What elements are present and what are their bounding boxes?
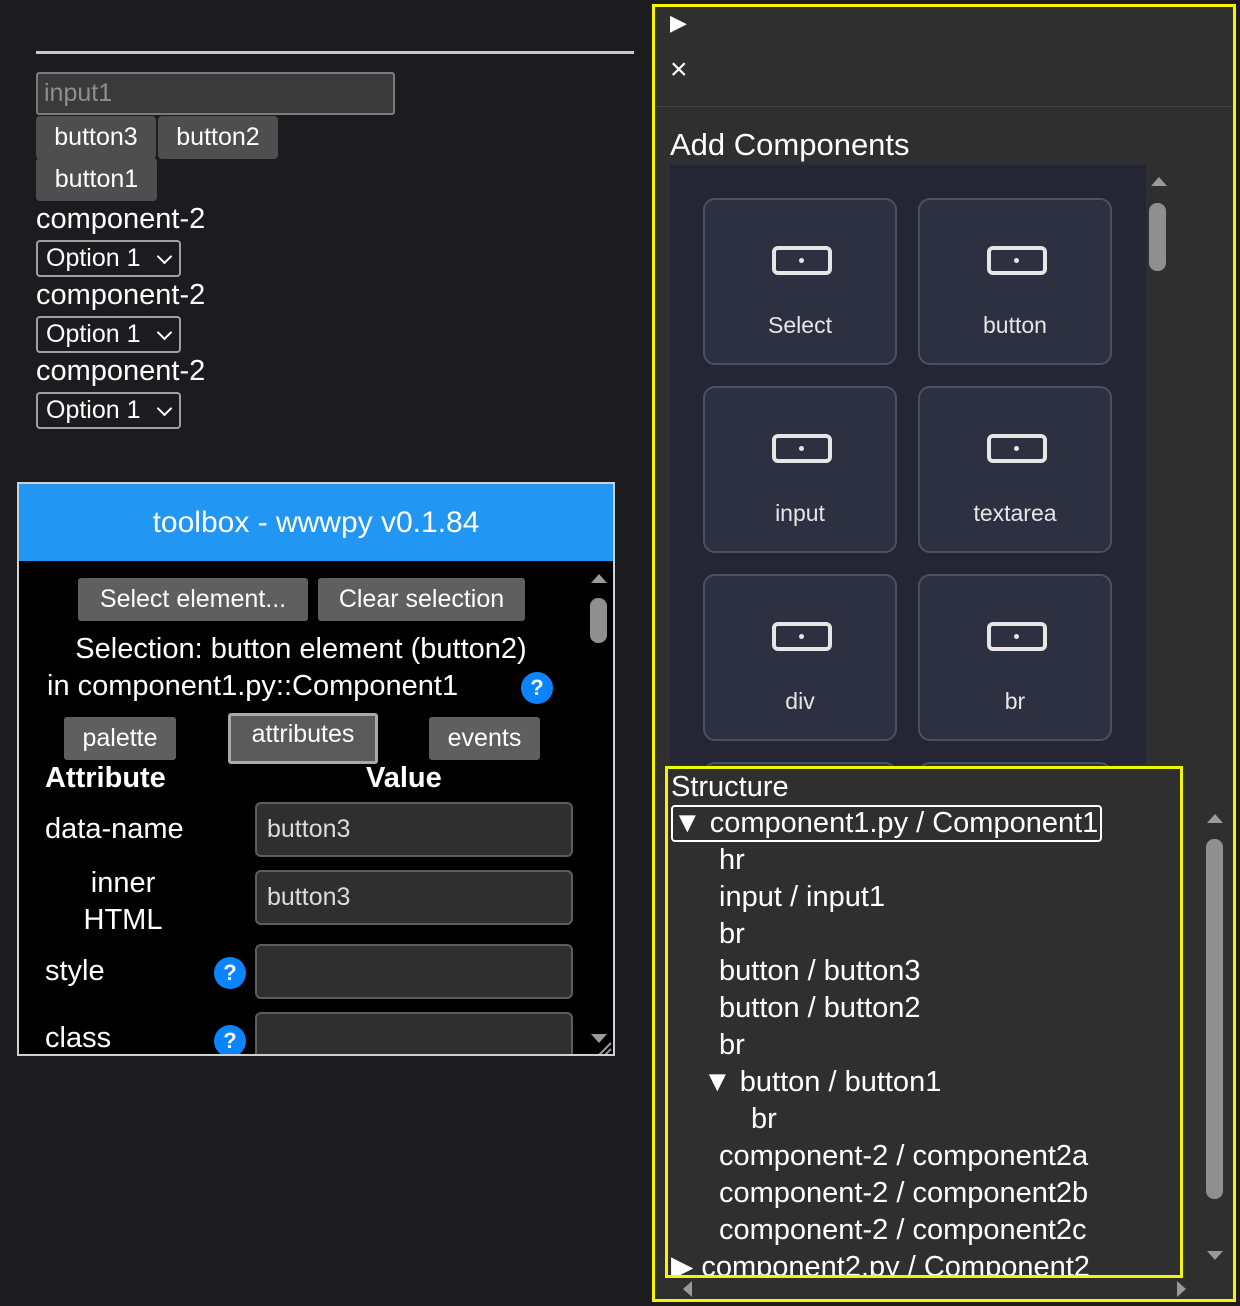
component2a-select[interactable]: Option 1 [36,240,181,277]
tree-node[interactable]: component-2 / component2b [719,1175,1088,1212]
scroll-up-arrow[interactable] [591,574,607,583]
class-input[interactable] [255,1012,573,1054]
tree-node-button1[interactable]: ▼ button / button1 [703,1064,941,1101]
expanded-arrow-icon: ▼ [703,1066,732,1098]
component2a-label: component-2 [36,203,206,235]
components-palette: Select button input textarea div br [670,165,1146,929]
component2c-select[interactable]: Option 1 [36,392,181,429]
attr-name-style: style [45,955,105,987]
input1-field[interactable]: input1 [36,72,395,115]
style-help-icon[interactable]: ? [214,957,246,989]
inner-html-input[interactable]: button3 [255,870,573,925]
tree-node-label: component1.py / Component1 [709,807,1099,839]
resize-handle-icon[interactable] [596,1040,612,1056]
tree-node[interactable]: hr [719,842,745,879]
chevron-down-icon [156,248,173,265]
tree-node[interactable]: br [719,1027,745,1064]
data-name-input[interactable]: button3 [255,802,573,857]
component-icon [987,622,1047,651]
attr-name-class: class [45,1022,112,1054]
component-card-label: textarea [973,500,1057,526]
attr-name-inner-html-1: inner [90,867,156,899]
chevron-down-icon [156,400,173,417]
tree-node[interactable]: br [751,1101,777,1138]
tree-node[interactable]: button / button3 [719,953,921,990]
component-icon [987,246,1047,275]
select-value: Option 1 [46,396,141,424]
palette-scroll-up-arrow[interactable] [1151,177,1167,186]
tree-node[interactable]: component-2 / component2a [719,1138,1088,1175]
help-icon[interactable]: ? [521,672,553,704]
add-components-title: Add Components [670,127,910,162]
play-icon[interactable]: ▶ [670,10,687,36]
class-help-icon[interactable]: ? [214,1025,246,1054]
component-card-label: br [1004,688,1026,714]
component-card-div[interactable]: div [703,574,897,741]
component-card-input[interactable]: input [703,386,897,553]
expanded-arrow-icon: ▼ [673,807,702,839]
style-input[interactable] [255,944,573,999]
select-element-button[interactable]: Select element... [78,578,308,621]
button1[interactable]: button1 [36,158,157,201]
component-card-label: Select [768,312,832,338]
tab-palette[interactable]: palette [64,717,176,760]
horizontal-rule [36,51,634,54]
structure-tree: Structure ▼ component1.py / Component1 h… [665,766,1183,1278]
scroll-right-arrow[interactable] [1177,1281,1187,1297]
selection-line1: Selection: button element (button2) [75,633,527,665]
tree-node-label: button / button1 [739,1066,942,1098]
component-card-label: input [775,500,825,526]
header-divider [655,106,1233,107]
structure-scroll-up-arrow[interactable] [1207,814,1223,823]
palette-scrollbar-thumb[interactable] [1149,203,1166,271]
designer-panel: ▶ × Add Components Select button input t… [652,4,1236,1302]
tree-node-label: component2.py / Component2 [701,1251,1090,1278]
scrollbar-thumb[interactable] [590,598,607,643]
tree-node-component1[interactable]: ▼ component1.py / Component1 [671,805,1103,842]
component-card-textarea[interactable]: textarea [918,386,1112,553]
attr-name-inner-html-2: HTML [83,904,163,936]
component-card-label: div [785,688,815,714]
attribute-column-header: Attribute [45,762,166,794]
tab-events[interactable]: events [429,717,540,760]
component-icon [772,434,832,463]
component-card-br[interactable]: br [918,574,1112,741]
value-column-header: Value [366,762,442,794]
tree-node[interactable]: br [719,916,745,953]
button3[interactable]: button3 [36,116,156,159]
selection-line2: in component1.py::Component1 [47,670,459,702]
component2b-select[interactable]: Option 1 [36,316,181,353]
close-icon[interactable]: × [670,53,688,87]
component-card-button[interactable]: button [918,198,1112,365]
tree-node[interactable]: button / button2 [719,990,921,1027]
tree-node[interactable]: input / input1 [719,879,885,916]
tab-attributes[interactable]: attributes [228,713,378,764]
toolbox-title[interactable]: toolbox - wwwpy v0.1.84 [19,484,613,561]
component2b-label: component-2 [36,279,206,311]
select-value: Option 1 [46,244,141,272]
select-value: Option 1 [46,320,141,348]
scroll-left-arrow[interactable] [683,1281,693,1297]
component-card-select[interactable]: Select [703,198,897,365]
component-icon [987,434,1047,463]
chevron-down-icon [156,324,173,341]
structure-scrollbar-thumb[interactable] [1206,839,1223,1199]
component-icon [772,622,832,651]
collapsed-arrow-icon: ▶ [671,1251,694,1278]
button2[interactable]: button2 [158,116,278,159]
clear-selection-button[interactable]: Clear selection [318,578,525,621]
toolbox-panel: toolbox - wwwpy v0.1.84 Select element..… [17,482,615,1056]
component-icon [772,246,832,275]
component-card-label: button [983,312,1047,338]
attr-name-data-name: data-name [45,813,184,845]
structure-scroll-down-arrow[interactable] [1207,1251,1223,1260]
component2c-label: component-2 [36,355,206,387]
structure-title: Structure [671,771,789,803]
tree-node-component2[interactable]: ▶ component2.py / Component2 [671,1249,1090,1278]
tree-node[interactable]: component-2 / component2c [719,1212,1087,1249]
